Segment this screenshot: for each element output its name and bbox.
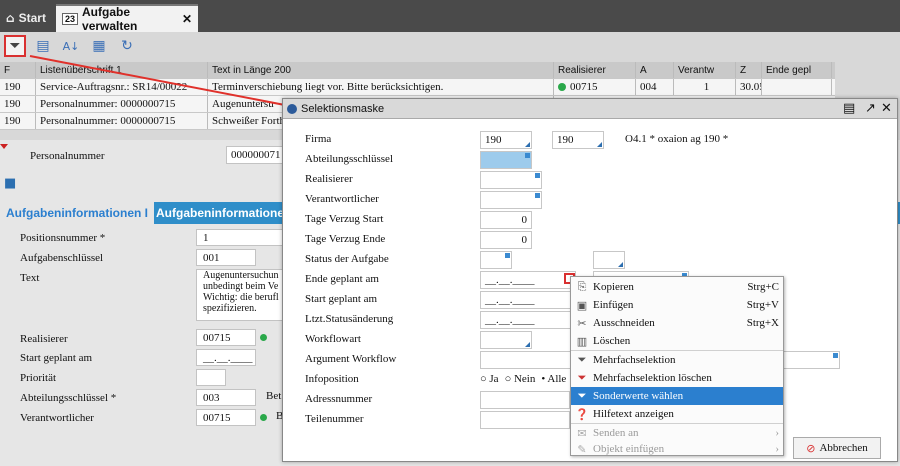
statusaenderung-value: __.__.____ [485,314,535,326]
copy-icon: ⎘ [577,280,587,293]
abteilung-input[interactable] [480,151,532,169]
menu-shortcut: Strg+X [746,317,779,329]
label-ende-geplant: Ende geplant am [305,273,379,285]
label-statusaenderung: Ltzt.Statusänderung [305,313,394,325]
menu-item-einfuegen[interactable]: ▣ Einfügen Strg+V [571,296,783,314]
submenu-arrow-icon: › [775,443,779,455]
cancel-button[interactable]: ⊘ Abbrechen [793,437,881,459]
paste-icon: ▣ [576,298,588,312]
adressnummer-input[interactable] [480,391,570,409]
radio-alle[interactable]: • Alle [541,373,566,385]
label-abteilungsschluessel: Abteilungsschlüssel [305,153,393,165]
workflowart-input[interactable] [480,331,532,349]
close-icon[interactable]: ✕ [881,101,892,116]
app-icon [287,103,297,114]
menu-label: Senden an [593,427,639,439]
menu-item-objekt-einfuegen[interactable]: ✎ Objekt einfügen › [571,442,783,456]
ende-geplant-value: __.__.____ [485,274,535,286]
menu-label: Mehrfachselektion [593,354,676,366]
menu-item-kopieren[interactable]: ⎘ Kopieren Strg+C [571,278,783,296]
verantwortlicher-input[interactable] [480,191,542,209]
menu-item-sonderwerte[interactable]: ⏷ Sonderwerte wählen [571,387,783,405]
menu-label: Einfügen [593,299,634,311]
menu-item-hilfetext[interactable]: ❓ Hilfetext anzeigen [571,405,783,423]
radio-ja[interactable]: ○ Ja [480,373,499,385]
radio-nein-label: Nein [513,373,536,385]
firma-info: O4.1 * oxaion ag 190 * [625,133,729,145]
start-geplant-value: __.__.____ [485,294,535,306]
label-argument-workflow: Argument Workflow [305,353,397,365]
tage-ende-input[interactable]: 0 [480,231,532,249]
label-tage-verzug-ende: Tage Verzug Ende [305,233,386,245]
ende-geplant-input[interactable]: __.__.____ [480,271,576,289]
teilenummer-input[interactable] [480,411,570,429]
menu-item-mehrfachselektion-loeschen[interactable]: ⏷ Mehrfachselektion löschen [571,369,783,387]
cancel-icon: ⊘ [806,441,816,455]
menu-label: Sonderwerte wählen [593,390,684,402]
cancel-label: Abbrechen [819,442,868,454]
start-geplant-input[interactable]: __.__.____ [480,291,576,309]
firma-to-input[interactable]: 190 [552,131,604,149]
menu-label: Kopieren [593,281,634,293]
send-icon: ✉ [577,426,587,440]
statusaenderung-input[interactable]: __.__.____ [480,311,576,329]
firma-from-input[interactable]: 190 [480,131,532,149]
menu-shortcut: Strg+C [747,281,779,293]
radio-nein[interactable]: ○ Nein [505,373,536,385]
menu-shortcut: Strg+V [746,299,779,311]
label-realisierer: Realisierer [305,173,353,185]
label-firma: Firma [305,133,332,145]
label-tage-verzug-start: Tage Verzug Start [305,213,384,225]
filter-special-icon: ⏷ [577,389,587,402]
label-teilenummer: Teilenummer [305,413,364,425]
menu-label: Objekt einfügen [593,443,665,455]
radio-alle-label: Alle [547,373,567,385]
label-workflowart: Workflowart [305,333,361,345]
label-start-geplant: Start geplant am [305,293,378,305]
radio-ja-label: Ja [489,373,499,385]
dialog-titlebar: Selektionsmaske [283,99,897,119]
label-adressnummer: Adressnummer [305,393,373,405]
expand-icon[interactable]: ↗ [865,101,876,116]
dialog-title: Selektionsmaske [301,102,385,115]
status-input[interactable] [480,251,512,269]
menu-item-senden-an[interactable]: ✉ Senden an › [571,424,783,442]
firma-from-value: 190 [485,134,502,146]
menu-label: Mehrfachselektion löschen [593,372,712,384]
help-icon: ❓ [575,407,589,421]
menu-label: Hilfetext anzeigen [593,408,674,420]
menu-item-loeschen[interactable]: ▥ Löschen [571,332,783,350]
insert-object-icon: ✎ [577,442,587,456]
cut-icon: ✂ [577,316,587,330]
label-verantwortlicher: Verantwortlicher [305,193,379,205]
layout-icon[interactable]: ▤ [843,101,855,116]
trash-icon: ▥ [576,334,588,348]
status-to-input[interactable] [593,251,625,269]
context-menu: ⎘ Kopieren Strg+C ▣ Einfügen Strg+V ✂ Ausschn… [570,276,784,456]
filter-icon: ⏷ [577,353,587,366]
firma-to-value: 190 [557,134,574,146]
infoposition-radio-group: ○ Ja ○ Nein • Alle [480,373,566,385]
label-status: Status der Aufgabe [305,253,389,265]
menu-item-mehrfachselektion[interactable]: ⏷ Mehrfachselektion [571,351,783,369]
filter-delete-icon: ⏷ [577,371,587,384]
label-infoposition: Infoposition [305,373,359,385]
realisierer-input[interactable] [480,171,542,189]
menu-label: Löschen [593,335,631,347]
menu-label: Ausschneiden [593,317,655,329]
menu-item-ausschneiden[interactable]: ✂ Ausschneiden Strg+X [571,314,783,332]
tage-start-input[interactable]: 0 [480,211,532,229]
submenu-arrow-icon: › [775,427,779,439]
